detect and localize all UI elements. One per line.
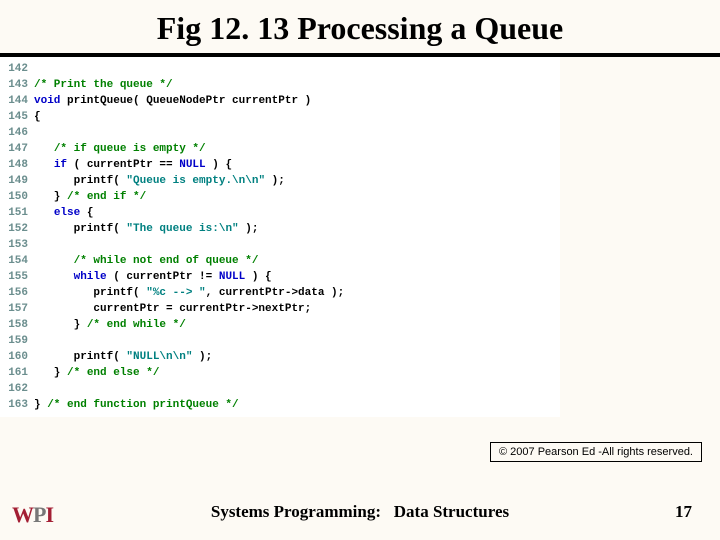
line-number: 156: [0, 285, 34, 301]
footer-course: Systems Programming:: [211, 502, 381, 521]
code-listing: 142143/* Print the queue */144void print…: [0, 57, 560, 417]
code-token: [34, 159, 54, 171]
code-line: 155 while ( currentPtr != NULL ) {: [0, 269, 560, 285]
line-number: 154: [0, 253, 34, 269]
logo-i: I: [45, 502, 53, 527]
wpi-logo: WPI: [12, 502, 53, 528]
code-line: 161 } /* end else */: [0, 365, 560, 381]
code-token: , currentPtr->data );: [206, 287, 345, 299]
code-token: /* end else */: [67, 367, 159, 379]
code-token: {: [34, 111, 41, 123]
page-number: 17: [675, 502, 692, 522]
line-number: 152: [0, 221, 34, 237]
line-number: 142: [0, 61, 34, 77]
line-number: 146: [0, 125, 34, 141]
code-token: /* end function printQueue */: [47, 399, 238, 411]
code-token: );: [265, 175, 285, 187]
code-line: 157 currentPtr = currentPtr->nextPtr;: [0, 301, 560, 317]
line-number: 147: [0, 141, 34, 157]
code-token: }: [34, 191, 67, 203]
code-token: NULL: [179, 159, 205, 171]
code-line: 145{: [0, 109, 560, 125]
code-token: printQueue( QueueNodePtr currentPtr ): [60, 95, 311, 107]
copyright-notice: © 2007 Pearson Ed -All rights reserved.: [490, 442, 702, 462]
code-token: /* end if */: [67, 191, 146, 203]
code-line: 143/* Print the queue */: [0, 77, 560, 93]
line-number: 148: [0, 157, 34, 173]
code-line: 149 printf( "Queue is empty.\n\n" );: [0, 173, 560, 189]
line-number: 143: [0, 77, 34, 93]
line-number: 151: [0, 205, 34, 221]
code-token: );: [239, 223, 259, 235]
code-token: printf(: [34, 223, 126, 235]
code-token: /* Print the queue */: [34, 79, 173, 91]
code-line: 159: [0, 333, 560, 349]
slide-title: Fig 12. 13 Processing a Queue: [0, 0, 720, 53]
code-line: 152 printf( "The queue is:\n" );: [0, 221, 560, 237]
code-token: }: [34, 367, 67, 379]
code-token: }: [34, 399, 47, 411]
code-token: {: [80, 207, 93, 219]
code-line: 160 printf( "NULL\n\n" );: [0, 349, 560, 365]
code-line: 146: [0, 125, 560, 141]
code-token: NULL: [219, 271, 245, 283]
line-number: 155: [0, 269, 34, 285]
code-token: [34, 207, 54, 219]
code-token: printf(: [34, 175, 126, 187]
code-token: else: [54, 207, 80, 219]
code-line: 142: [0, 61, 560, 77]
code-line: 144void printQueue( QueueNodePtr current…: [0, 93, 560, 109]
code-line: 150 } /* end if */: [0, 189, 560, 205]
code-token: [34, 255, 74, 267]
code-line: 153: [0, 237, 560, 253]
code-line: 156 printf( "%c --> ", currentPtr->data …: [0, 285, 560, 301]
code-token: ( currentPtr !=: [107, 271, 219, 283]
code-token: currentPtr = currentPtr->nextPtr;: [34, 303, 311, 315]
logo-p: P: [33, 502, 45, 527]
line-number: 162: [0, 381, 34, 397]
line-number: 158: [0, 317, 34, 333]
line-number: 153: [0, 237, 34, 253]
code-token: "%c --> ": [146, 287, 205, 299]
line-number: 145: [0, 109, 34, 125]
code-token: void: [34, 95, 60, 107]
line-number: 144: [0, 93, 34, 109]
code-token: /* end while */: [87, 319, 186, 331]
code-line: 163} /* end function printQueue */: [0, 397, 560, 413]
footer-text: Systems Programming: Data Structures: [0, 502, 720, 522]
code-token: ) {: [206, 159, 232, 171]
code-line: 162: [0, 381, 560, 397]
code-token: if: [54, 159, 67, 171]
code-token: "The queue is:\n": [126, 223, 238, 235]
code-token: printf(: [34, 287, 146, 299]
code-line: 151 else {: [0, 205, 560, 221]
code-token: printf(: [34, 351, 126, 363]
footer-topic: Data Structures: [394, 502, 509, 521]
code-token: while: [74, 271, 107, 283]
line-number: 157: [0, 301, 34, 317]
code-token: [34, 143, 54, 155]
code-token: "Queue is empty.\n\n": [126, 175, 265, 187]
logo-w: W: [12, 502, 33, 527]
line-number: 159: [0, 333, 34, 349]
code-token: /* if queue is empty */: [54, 143, 206, 155]
code-token: "NULL\n\n": [126, 351, 192, 363]
code-line: 154 /* while not end of queue */: [0, 253, 560, 269]
line-number: 160: [0, 349, 34, 365]
code-line: 158 } /* end while */: [0, 317, 560, 333]
code-token: /* while not end of queue */: [74, 255, 259, 267]
code-line: 147 /* if queue is empty */: [0, 141, 560, 157]
line-number: 161: [0, 365, 34, 381]
code-token: }: [34, 319, 87, 331]
code-token: ) {: [245, 271, 271, 283]
line-number: 163: [0, 397, 34, 413]
code-line: 148 if ( currentPtr == NULL ) {: [0, 157, 560, 173]
line-number: 150: [0, 189, 34, 205]
code-token: );: [192, 351, 212, 363]
code-token: ( currentPtr ==: [67, 159, 179, 171]
line-number: 149: [0, 173, 34, 189]
code-token: [34, 271, 74, 283]
